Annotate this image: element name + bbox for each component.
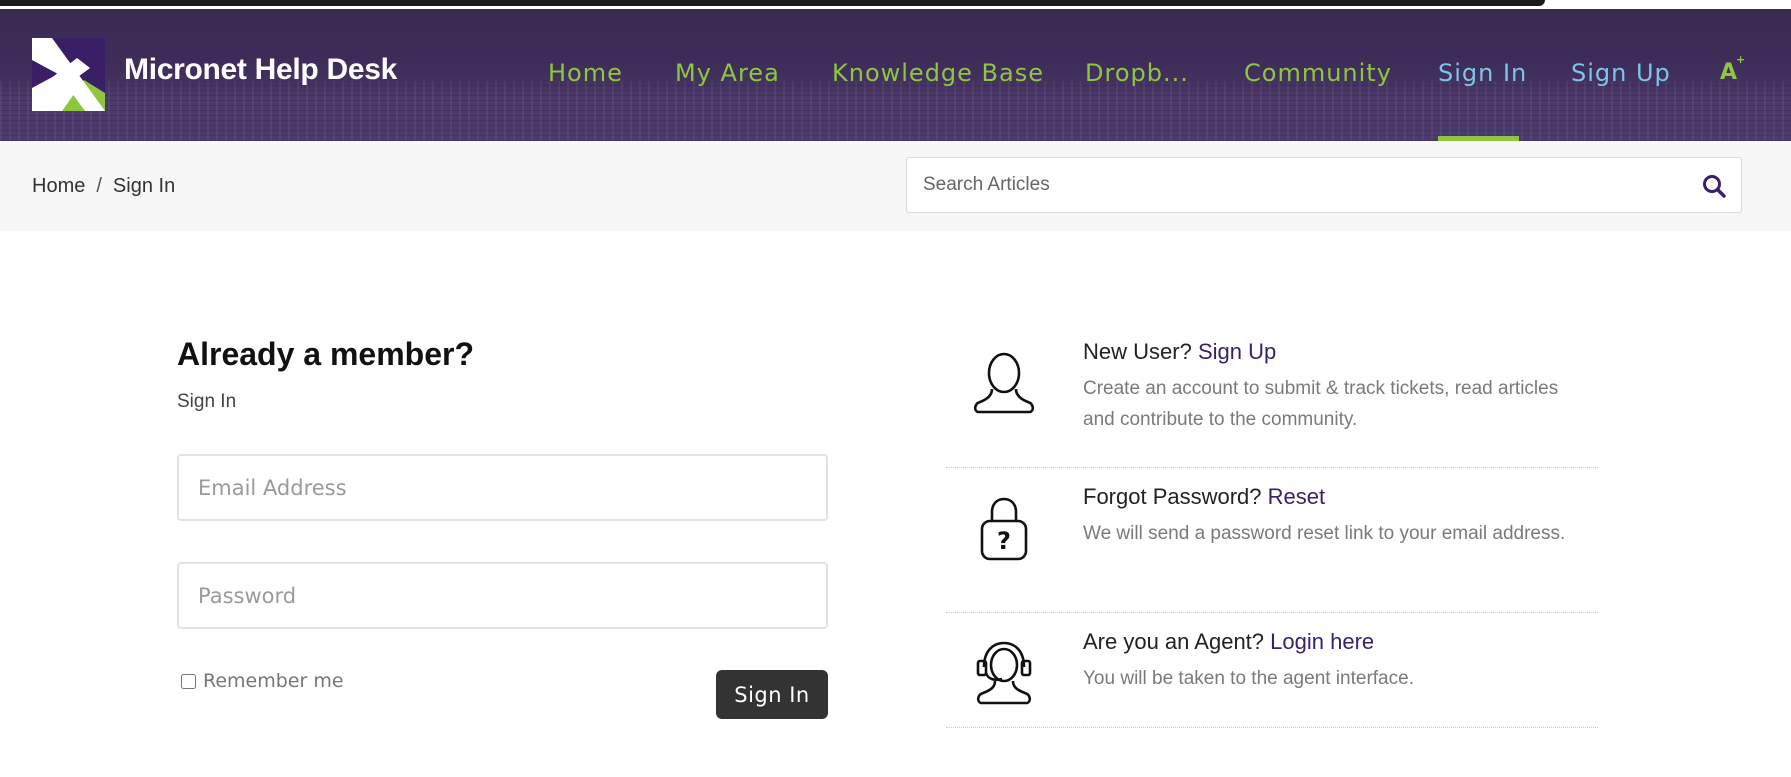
search-input[interactable] <box>908 159 1648 211</box>
email-field[interactable] <box>179 456 826 519</box>
forgot-password-item: ? Forgot Password? Reset We will send a … <box>946 468 1598 613</box>
search-icon[interactable] <box>1701 173 1727 199</box>
login-section: Already a member? Sign In Remember me Si… <box>177 336 829 719</box>
forgot-password-title: Forgot Password? Reset <box>1083 484 1593 510</box>
lock-question-icon: ? <box>980 497 1028 561</box>
new-user-item: New User? Sign Up Create an account to s… <box>946 323 1598 468</box>
sub-bar: Home / Sign In <box>0 141 1791 231</box>
agent-item: Are you an Agent? Login here You will be… <box>946 613 1598 728</box>
font-size-letter: A <box>1720 60 1738 85</box>
nav-sign-up[interactable]: Sign Up <box>1571 59 1671 87</box>
remember-me-label: Remember me <box>203 670 344 692</box>
new-user-body: New User? Sign Up Create an account to s… <box>1083 339 1593 435</box>
forgot-password-body: Forgot Password? Reset We will send a pa… <box>1083 484 1593 549</box>
forgot-password-prefix: Forgot Password? <box>1083 484 1262 509</box>
forgot-password-desc: We will send a password reset link to yo… <box>1083 523 1566 544</box>
browser-bar <box>0 0 1545 6</box>
font-size-toggle[interactable]: A+ <box>1720 53 1746 85</box>
nav-knowledge-base[interactable]: Knowledge Base <box>832 59 1044 87</box>
nav-sign-in[interactable]: Sign In <box>1438 59 1527 87</box>
login-title: Already a member? <box>177 336 475 372</box>
password-field[interactable] <box>179 564 826 627</box>
headset-agent-icon <box>976 641 1032 705</box>
search-box <box>906 157 1742 213</box>
password-field-wrapper <box>177 562 828 629</box>
nav-home[interactable]: Home <box>548 59 623 87</box>
site-header: Micronet Help Desk Home My Area Knowledg… <box>0 9 1791 141</box>
nav-community[interactable]: Community <box>1244 59 1392 87</box>
new-user-prefix: New User? <box>1083 339 1192 364</box>
nav-my-area[interactable]: My Area <box>675 59 780 87</box>
breadcrumb-current: Sign In <box>112 175 176 197</box>
breadcrumb-separator: / <box>96 175 102 197</box>
agent-title: Are you an Agent? Login here <box>1083 629 1593 655</box>
agent-body: Are you an Agent? Login here You will be… <box>1083 629 1593 694</box>
email-field-wrapper <box>177 454 828 521</box>
sign-up-link[interactable]: Sign Up <box>1198 339 1276 364</box>
agent-desc: You will be taken to the agent interface… <box>1083 668 1414 689</box>
new-user-desc: Create an account to submit & track tick… <box>1083 378 1559 430</box>
sign-in-button[interactable]: Sign In <box>716 670 828 719</box>
top-strip <box>0 0 1791 9</box>
remember-me-checkbox[interactable] <box>181 673 196 689</box>
agent-login-link[interactable]: Login here <box>1270 629 1374 654</box>
agent-prefix: Are you an Agent? <box>1083 629 1265 654</box>
login-subtitle: Sign In <box>177 391 237 412</box>
info-section: New User? Sign Up Create an account to s… <box>946 323 1598 728</box>
user-icon <box>973 352 1035 414</box>
new-user-title: New User? Sign Up <box>1083 339 1593 365</box>
breadcrumb-home[interactable]: Home <box>32 175 85 197</box>
breadcrumb: Home / Sign In <box>32 175 175 198</box>
nav-dropbox[interactable]: Dropb... <box>1085 59 1189 87</box>
reset-link[interactable]: Reset <box>1268 484 1325 509</box>
svg-text:?: ? <box>997 527 1011 555</box>
remember-me[interactable]: Remember me <box>181 670 344 692</box>
font-size-plus: + <box>1736 52 1746 66</box>
main-nav: Home My Area Knowledge Base Dropb... Com… <box>0 9 1791 141</box>
